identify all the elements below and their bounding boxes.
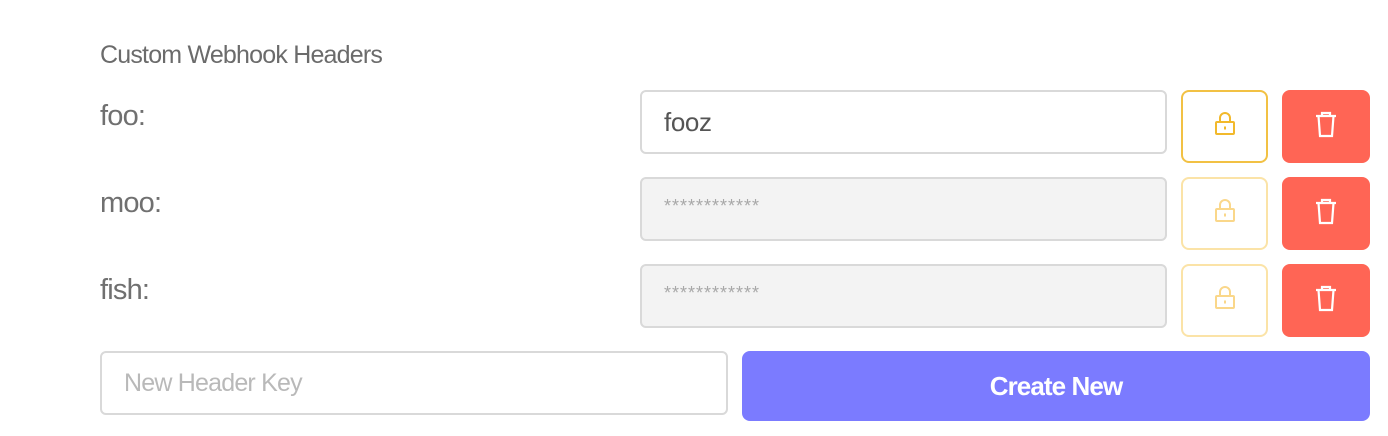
new-header-key-input[interactable] (100, 351, 728, 415)
trash-icon (1315, 285, 1337, 317)
lock-icon (1214, 285, 1236, 316)
header-row: foo: fooz (100, 90, 1370, 163)
lock-icon (1214, 198, 1236, 229)
webhook-headers-panel: Custom Webhook Headers foo: fooz moo: **… (0, 0, 1388, 436)
header-value-field-masked[interactable]: ************ (640, 177, 1167, 241)
delete-header-button[interactable] (1282, 264, 1370, 337)
lock-toggle-button[interactable] (1181, 90, 1268, 163)
header-row: moo: ************ (100, 177, 1370, 250)
delete-header-button[interactable] (1282, 177, 1370, 250)
delete-header-button[interactable] (1282, 90, 1370, 163)
header-value-field[interactable]: fooz (640, 90, 1167, 154)
lock-icon (1214, 111, 1236, 142)
section-title: Custom Webhook Headers (100, 41, 383, 69)
lock-toggle-button[interactable] (1181, 177, 1268, 250)
trash-icon (1315, 111, 1337, 143)
header-key-label: foo: (100, 100, 146, 132)
lock-toggle-button[interactable] (1181, 264, 1268, 337)
header-row: fish: ************ (100, 264, 1370, 337)
header-key-label: fish: (100, 274, 150, 306)
create-new-button[interactable]: Create New (742, 351, 1370, 421)
header-key-label: moo: (100, 187, 162, 219)
trash-icon (1315, 198, 1337, 230)
header-value-field-masked[interactable]: ************ (640, 264, 1167, 328)
